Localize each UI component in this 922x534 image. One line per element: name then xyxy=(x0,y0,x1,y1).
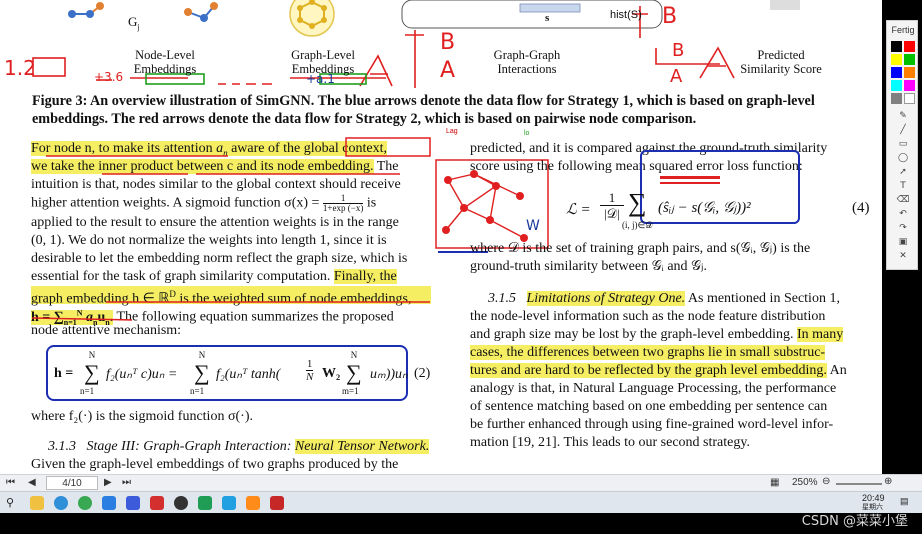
text-tool-icon[interactable]: T xyxy=(892,181,914,193)
windows-taskbar: ⚲ 20:49 星期六 ▤ xyxy=(0,491,922,513)
page-input[interactable]: 4/10 xyxy=(46,476,98,490)
next-page-icon[interactable]: ▶ xyxy=(104,477,112,488)
color-cyan[interactable] xyxy=(891,80,902,91)
last-page-icon[interactable]: ⏭ xyxy=(122,477,131,488)
color-white[interactable] xyxy=(904,93,915,104)
color-green[interactable] xyxy=(904,54,915,65)
zoom-slider[interactable] xyxy=(836,483,882,485)
app-icon-3[interactable] xyxy=(198,496,212,510)
browser-edge-icon[interactable] xyxy=(54,496,68,510)
pdf-status-bar: ⏮ ◀ 4/10 ▶ ⏭ ▦ 250% ⊖ ⊕ xyxy=(0,474,922,491)
color-red[interactable] xyxy=(904,41,915,52)
chrome-icon[interactable] xyxy=(78,496,92,510)
rect-tool-icon[interactable]: ▭ xyxy=(892,139,914,151)
color-black[interactable] xyxy=(891,41,902,52)
store-icon[interactable] xyxy=(102,496,116,510)
color-yellow[interactable] xyxy=(891,54,902,65)
file-explorer-icon[interactable] xyxy=(30,496,44,510)
color-gray[interactable] xyxy=(891,93,902,104)
zoom-level[interactable]: 250% xyxy=(792,477,818,488)
app-icon-4[interactable] xyxy=(222,496,236,510)
first-page-icon[interactable]: ⏮ xyxy=(6,477,15,488)
eraser-icon[interactable]: ⌫ xyxy=(892,195,914,207)
pen-tool-icon[interactable]: ✎ xyxy=(892,111,914,123)
arrow-tool-icon[interactable]: ➚ xyxy=(892,167,914,179)
undo-icon[interactable]: ↶ xyxy=(892,209,914,221)
prev-page-icon[interactable]: ◀ xyxy=(28,477,36,488)
palette-title[interactable]: Fertig xyxy=(890,25,916,35)
zoom-out-icon[interactable]: ⊖ xyxy=(822,476,830,487)
redo-icon[interactable]: ↷ xyxy=(892,223,914,235)
color-orange[interactable] xyxy=(904,67,915,78)
line-tool-icon[interactable]: ╱ xyxy=(892,125,914,137)
search-icon[interactable]: ⚲ xyxy=(6,496,14,509)
view-mode-icon[interactable]: ▦ xyxy=(770,477,779,488)
pdf-document-page: Gj s hist(S) Node-Level Embeddings Graph… xyxy=(0,0,882,474)
ellipse-tool-icon[interactable]: ◯ xyxy=(892,153,914,165)
pen-underlines xyxy=(31,137,431,321)
app-icon-5[interactable] xyxy=(246,496,260,510)
app-icon-2[interactable] xyxy=(174,496,188,510)
color-magenta[interactable] xyxy=(904,80,915,91)
watermark: CSDN @菜菜小堡 xyxy=(801,514,908,529)
save-icon[interactable]: ▣ xyxy=(892,237,914,249)
notification-icon[interactable]: ▤ xyxy=(900,496,909,507)
app-icon-6[interactable] xyxy=(270,496,284,510)
zoom-in-icon[interactable]: ⊕ xyxy=(884,476,892,487)
app-icon-1[interactable] xyxy=(126,496,140,510)
wps-icon[interactable] xyxy=(150,496,164,510)
annotation-palette: Fertig ✎ ╱ ▭ ◯ ➚ T ⌫ ↶ ↷ ▣ ✕ xyxy=(886,20,918,270)
color-blue[interactable] xyxy=(891,67,902,78)
clear-icon[interactable]: ✕ xyxy=(892,251,914,263)
